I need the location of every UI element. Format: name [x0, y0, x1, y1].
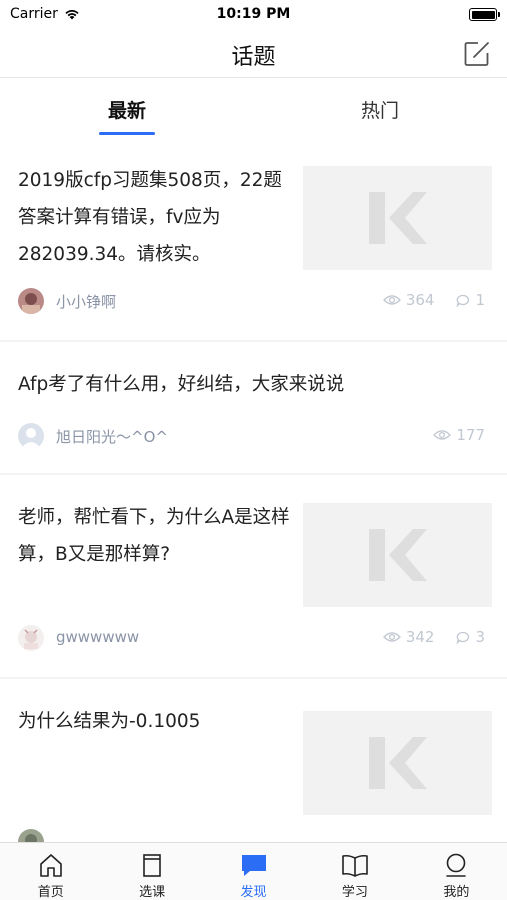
topic-thumbnail — [303, 503, 492, 607]
author-name[interactable]: 旭日阳光～^O^ — [56, 426, 168, 447]
topic-thumbnail — [303, 166, 492, 270]
view-count: 364 — [382, 291, 435, 309]
topic-stats: 364 1 — [382, 291, 485, 309]
edit-icon[interactable] — [463, 40, 491, 68]
avatar[interactable] — [18, 625, 44, 651]
topic-meta: 旭日阳光～^O^ 177 — [18, 423, 485, 451]
topic-stats: 342 3 — [382, 628, 485, 646]
tabbar-course-label: 选课 — [139, 885, 166, 900]
comment-count: 3 — [456, 628, 485, 646]
logo-placeholder-icon — [368, 737, 427, 789]
comment-count: 1 — [456, 291, 485, 309]
topic-meta — [18, 829, 485, 842]
course-icon — [138, 851, 166, 879]
eye-icon — [433, 430, 452, 440]
comment-count-value: 1 — [475, 291, 485, 309]
tabbar-mine-label: 我的 — [443, 885, 470, 900]
topic-text: 为什么结果为-0.1005 — [18, 711, 201, 732]
topic-thumbnail — [303, 711, 492, 815]
page-title: 话题 — [231, 45, 276, 70]
topic-meta: 小小铮啊 364 1 — [18, 288, 485, 316]
tab-latest[interactable]: 最新 — [0, 96, 254, 123]
view-count: 177 — [433, 426, 485, 444]
author-name[interactable]: gwwwwww — [56, 628, 139, 646]
view-count-value: 342 — [405, 628, 435, 646]
view-count-value: 177 — [456, 426, 485, 444]
topic-text: 2019版cfp习题集508页，22题答案计算有错误，fv应为282039.34… — [18, 170, 282, 265]
topic-card[interactable]: 2019版cfp习题集508页，22题答案计算有错误，fv应为282039.34… — [0, 138, 507, 340]
avatar[interactable] — [18, 829, 44, 842]
tabbar-home-label: 首页 — [37, 885, 64, 900]
tabbar-home[interactable]: 首页 — [0, 843, 101, 900]
nav-bar: 话题 — [0, 30, 507, 78]
logo-placeholder-icon — [368, 192, 427, 244]
topic-feed[interactable]: 2019版cfp习题集508页，22题答案计算有错误，fv应为282039.34… — [0, 138, 507, 842]
battery-icon — [469, 8, 500, 21]
avatar[interactable] — [18, 423, 44, 449]
bottom-tab-bar: 首页 选课 发现 学习 我的 — [0, 842, 507, 900]
topic-stats: 177 — [433, 426, 485, 444]
segment-tabs: 最新 热门 — [0, 78, 507, 136]
chat-bubble-icon — [240, 851, 268, 879]
topic-text: Afp考了有什么用，好纠结，大家来说说 — [18, 374, 345, 395]
topic-meta: gwwwwww 342 3 — [18, 625, 485, 653]
status-time: 10:19 PM — [216, 6, 291, 22]
view-count: 342 — [382, 628, 435, 646]
tabbar-discover-label: 发现 — [240, 885, 267, 900]
comment-icon — [456, 294, 470, 307]
home-icon — [37, 851, 65, 879]
topic-card[interactable]: Afp考了有什么用，好纠结，大家来说说 旭日阳光～^O^ 177 — [0, 342, 507, 473]
comment-icon — [456, 631, 470, 644]
topic-card[interactable]: 老师，帮忙看下，为什么A是这样算，B又是那样算? gwwwwww 342 3 — [0, 475, 507, 677]
logo-placeholder-icon — [368, 529, 427, 581]
tabbar-study-label: 学习 — [341, 885, 368, 900]
active-tab-indicator — [99, 132, 155, 135]
eye-icon — [382, 632, 401, 642]
topic-text: 老师，帮忙看下，为什么A是这样算，B又是那样算? — [18, 507, 290, 565]
topic-card[interactable]: 为什么结果为-0.1005 — [0, 679, 507, 842]
eye-icon — [382, 295, 401, 305]
tab-hot[interactable]: 热门 — [253, 96, 507, 123]
author-name[interactable]: 小小铮啊 — [56, 291, 116, 312]
tabbar-discover[interactable]: 发现 — [203, 843, 304, 900]
tabbar-study[interactable]: 学习 — [304, 843, 405, 900]
tabbar-course[interactable]: 选课 — [101, 843, 202, 900]
avatar[interactable] — [18, 288, 44, 314]
view-count-value: 364 — [405, 291, 435, 309]
book-icon — [341, 851, 369, 879]
comment-count-value: 3 — [475, 628, 485, 646]
profile-icon — [442, 851, 470, 879]
tabbar-mine[interactable]: 我的 — [406, 843, 507, 900]
status-bar: Carrier 10:19 PM — [0, 0, 507, 30]
